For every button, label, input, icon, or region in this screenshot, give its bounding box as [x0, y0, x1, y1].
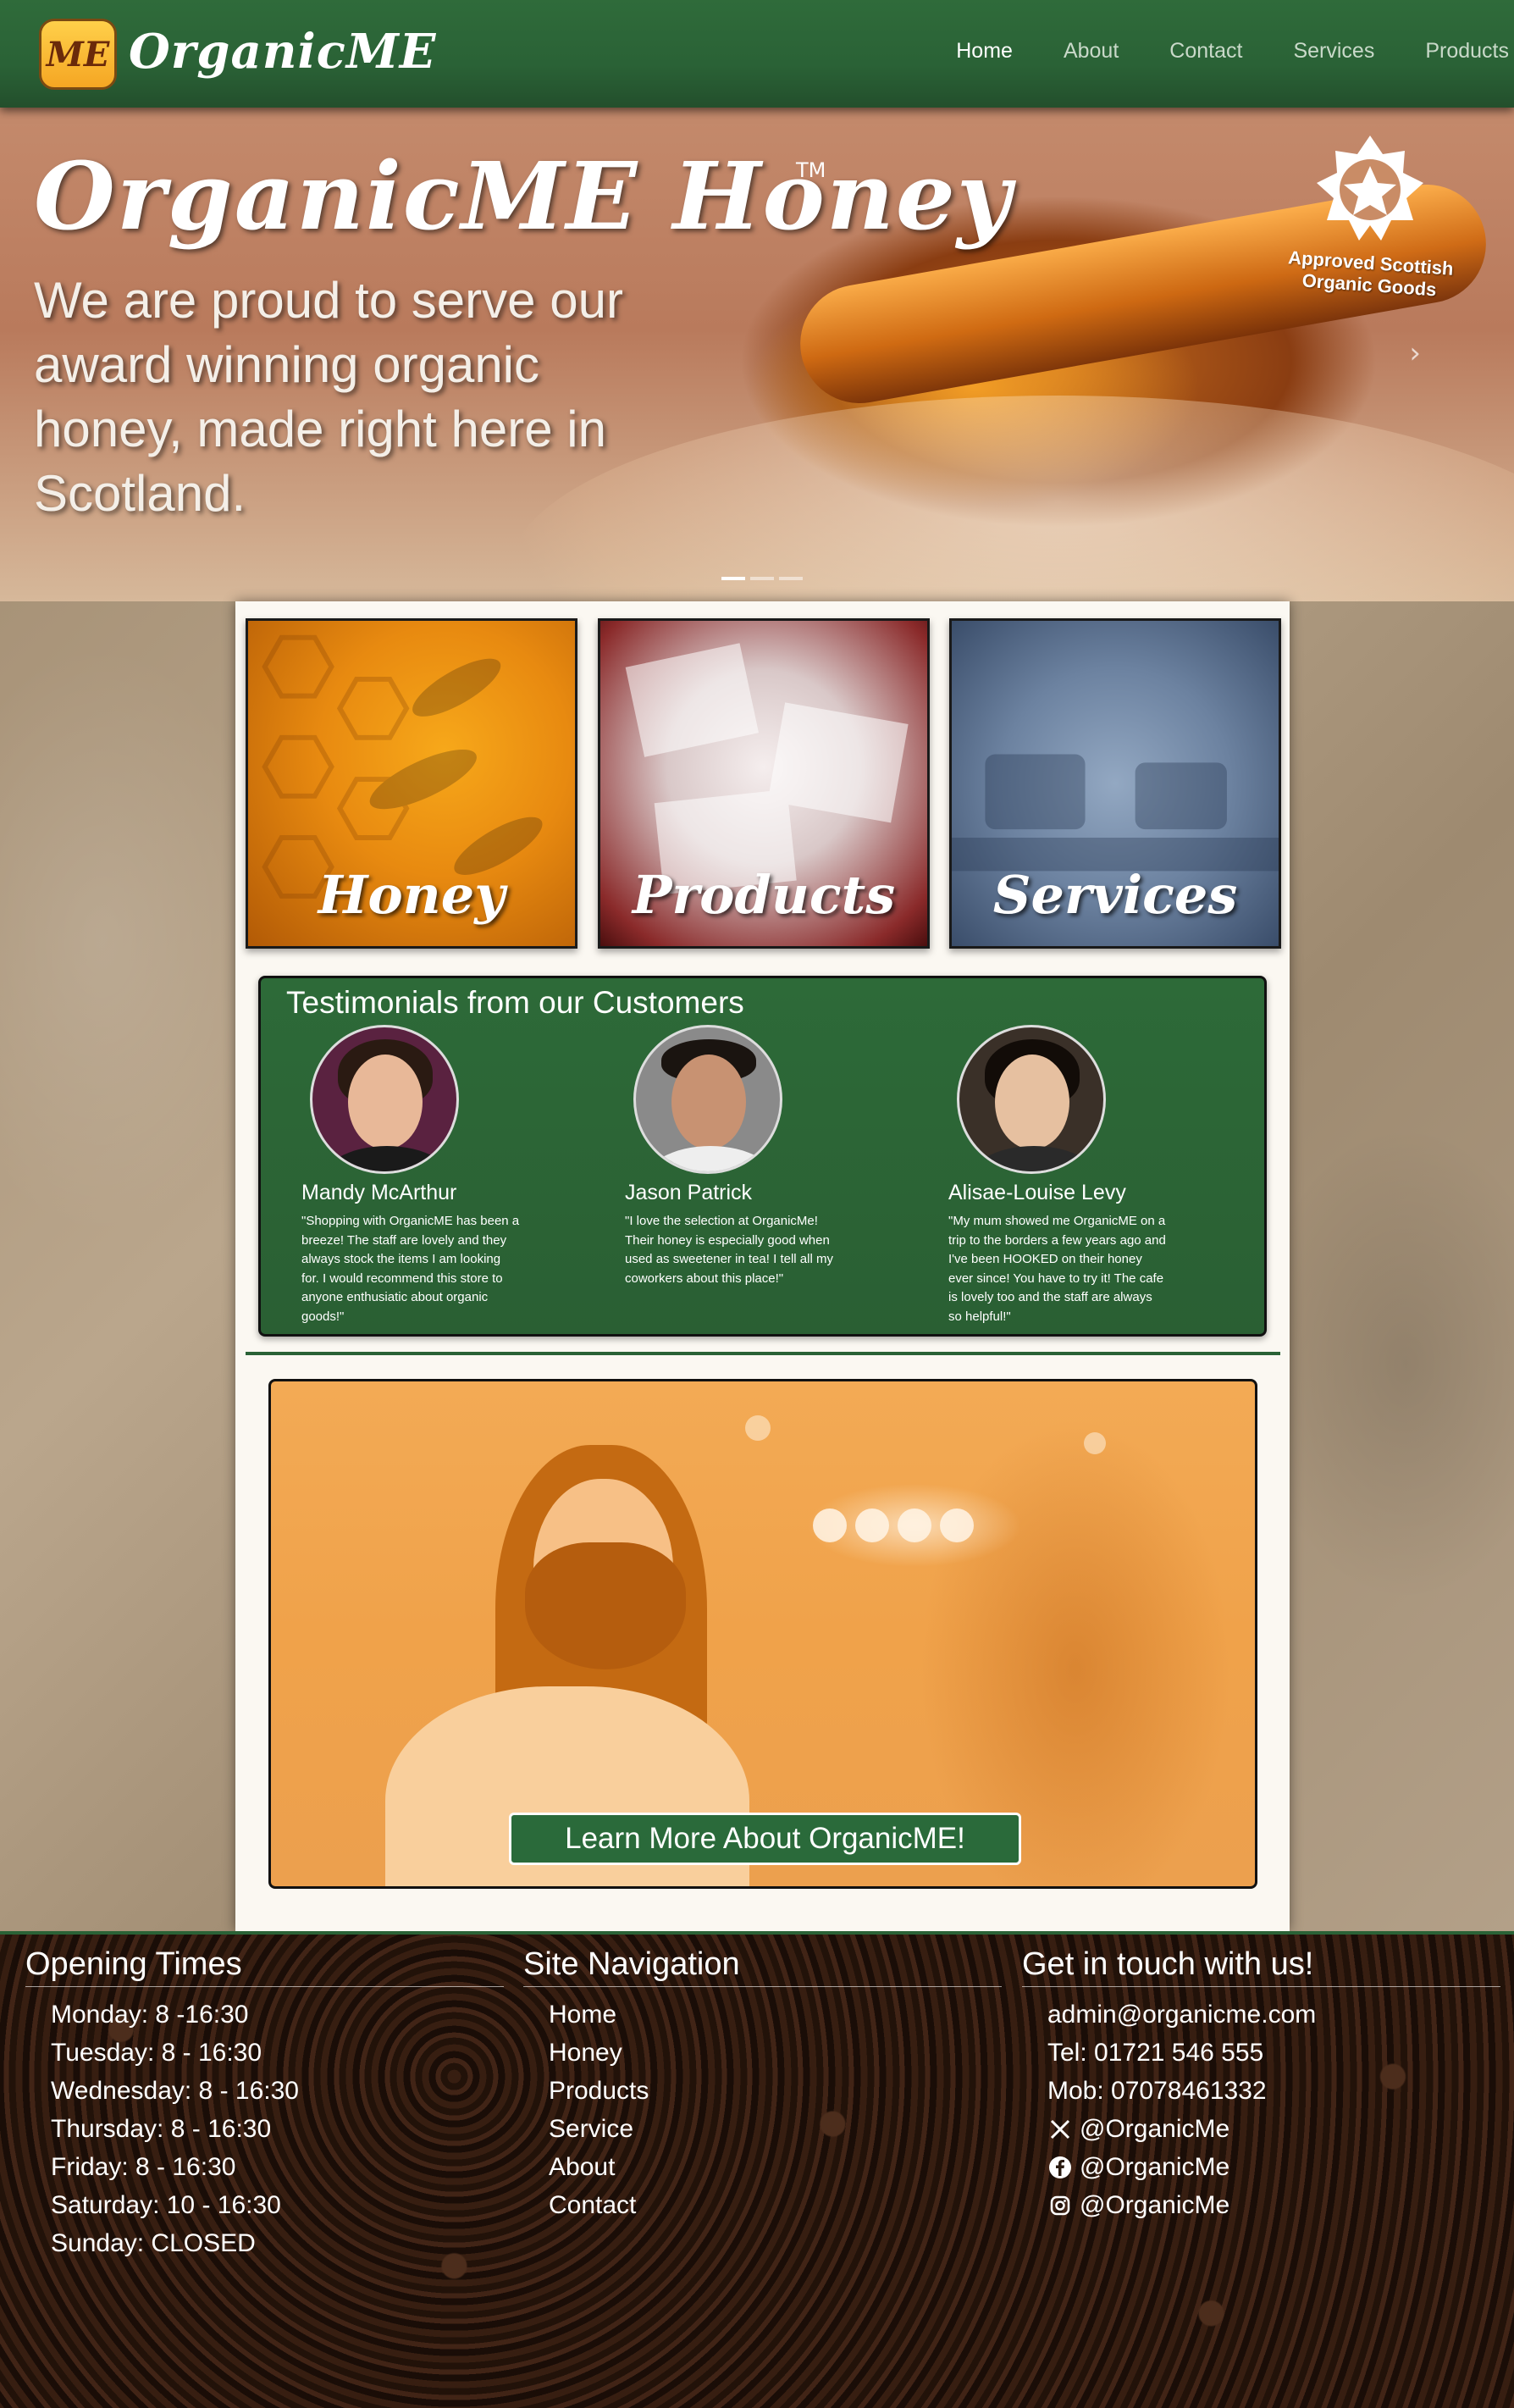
opening-time-item: Wednesday: 8 - 16:30 — [51, 2077, 299, 2105]
contact-x[interactable]: @OrganicMe — [1047, 2110, 1500, 2148]
rosette-icon — [1317, 136, 1423, 241]
promo-banner: Learn More About OrganicME! — [268, 1379, 1257, 1889]
main-content: Honey Products Services Testimonials fro… — [235, 601, 1290, 1931]
nav-about-link[interactable]: About — [1064, 39, 1119, 64]
avatar — [957, 1025, 1106, 1174]
opening-time-item: Tuesday: 8 - 16:30 — [51, 2039, 262, 2067]
opening-times-list: Monday: 8 -16:30 Tuesday: 8 - 16:30 Wedn… — [51, 1996, 504, 2262]
testimonial-name: Jason Patrick — [625, 1181, 753, 1204]
carousel-indicators — [721, 577, 803, 580]
testimonial-quote: "I love the selection at OrganicMe! Thei… — [625, 1214, 833, 1286]
opening-time-item: Sunday: CLOSED — [51, 2229, 256, 2257]
instagram-icon — [1047, 2193, 1073, 2218]
facebook-icon — [1047, 2155, 1073, 2180]
tile-services-label: Services — [992, 864, 1238, 926]
tile-honey[interactable]: Honey — [246, 618, 577, 949]
testimonial-quote: "My mum showed me OrganicME on a trip to… — [948, 1214, 1166, 1324]
badge-text: Approved Scottish Organic Goods — [1287, 246, 1455, 301]
opening-time-item: Friday: 8 - 16:30 — [51, 2153, 236, 2181]
footer-link-about[interactable]: About — [549, 2148, 1002, 2186]
testimonials-title: Testimonials from our Customers — [286, 985, 744, 1020]
testimonials-panel: Testimonials from our Customers Mandy Mc… — [258, 976, 1267, 1337]
contact-facebook[interactable]: @OrganicMe — [1047, 2148, 1500, 2186]
contact-title: Get in touch with us! — [1022, 1946, 1500, 1987]
nav-links: Home About Contact Services Products — [931, 39, 1514, 64]
footer-link-contact[interactable]: Contact — [549, 2186, 1002, 2224]
carousel-dot[interactable] — [721, 577, 745, 580]
site-navigation-title: Site Navigation — [523, 1946, 1002, 1987]
testimonial-card: Mandy McArthur "Shopping with OrganicME … — [301, 1025, 530, 1326]
hero-carousel[interactable]: OrganicME Honey TM We are proud to serve… — [0, 108, 1514, 601]
logo[interactable]: ME — [39, 19, 117, 90]
footer-link-service[interactable]: Service — [549, 2110, 1002, 2148]
nav-home-link[interactable]: Home — [956, 39, 1013, 64]
testimonial-card: Jason Patrick "I love the selection at O… — [625, 1025, 854, 1288]
tile-services[interactable]: Services — [949, 618, 1281, 949]
trademark: TM — [796, 158, 826, 182]
avatar — [633, 1025, 782, 1174]
testimonial-quote: "Shopping with OrganicME has been a bree… — [301, 1214, 520, 1324]
tile-products[interactable]: Products — [598, 618, 930, 949]
site-navigation-list: Home Honey Products Service About Contac… — [549, 1996, 1002, 2224]
opening-time-item: Thursday: 8 - 16:30 — [51, 2115, 272, 2143]
nav-contact-link[interactable]: Contact — [1169, 39, 1242, 64]
contact-email[interactable]: admin@organicme.com — [1047, 1996, 1500, 2034]
contact-list: admin@organicme.com Tel: 01721 546 555 M… — [1047, 1996, 1500, 2224]
nav-services-link[interactable]: Services — [1293, 39, 1374, 64]
section-divider — [246, 1352, 1280, 1355]
site-navigation-section: Site Navigation Home Honey Products Serv… — [523, 1946, 1002, 2224]
carousel-dot[interactable] — [750, 577, 774, 580]
footer-link-home[interactable]: Home — [549, 1996, 1002, 2034]
approved-badge: Approved Scottish Organic Goods — [1252, 129, 1489, 300]
carousel-dot[interactable] — [779, 577, 803, 580]
contact-section: Get in touch with us! admin@organicme.co… — [1022, 1946, 1500, 2224]
opening-times-title: Opening Times — [25, 1946, 504, 1987]
chevron-right-icon[interactable]: › — [1409, 336, 1421, 370]
learn-more-button[interactable]: Learn More About OrganicME! — [509, 1813, 1021, 1865]
footer-link-honey[interactable]: Honey — [549, 2034, 1002, 2072]
opening-time-item: Monday: 8 -16:30 — [51, 2001, 249, 2029]
opening-times-section: Opening Times Monday: 8 -16:30 Tuesday: … — [25, 1946, 504, 2262]
testimonial-card: Alisae-Louise Levy "My mum showed me Org… — [948, 1025, 1177, 1326]
logo-mark: ME — [46, 34, 110, 75]
contact-instagram[interactable]: @OrganicMe — [1047, 2186, 1500, 2224]
top-nav: ME OrganicME Home About Contact Services… — [0, 0, 1514, 108]
honey-jar-image — [508, 396, 1514, 601]
hero-title: OrganicME Honey — [34, 141, 1013, 251]
contact-mob[interactable]: Mob: 07078461332 — [1047, 2072, 1500, 2110]
contact-tel[interactable]: Tel: 01721 546 555 — [1047, 2034, 1500, 2072]
brand-name[interactable]: OrganicME — [129, 24, 436, 80]
tile-honey-label: Honey — [318, 864, 506, 926]
footer: Opening Times Monday: 8 -16:30 Tuesday: … — [0, 1931, 1514, 2408]
hero-subtitle: We are proud to serve our award winning … — [34, 272, 623, 522]
opening-time-item: Saturday: 10 - 16:30 — [51, 2191, 281, 2219]
tile-products-label: Products — [632, 864, 896, 926]
x-icon — [1047, 2117, 1073, 2142]
testimonial-name: Alisae-Louise Levy — [948, 1181, 1126, 1204]
nav-products-link[interactable]: Products — [1425, 39, 1509, 64]
avatar — [310, 1025, 459, 1174]
footer-link-products[interactable]: Products — [549, 2072, 1002, 2110]
testimonial-name: Mandy McArthur — [301, 1181, 457, 1204]
